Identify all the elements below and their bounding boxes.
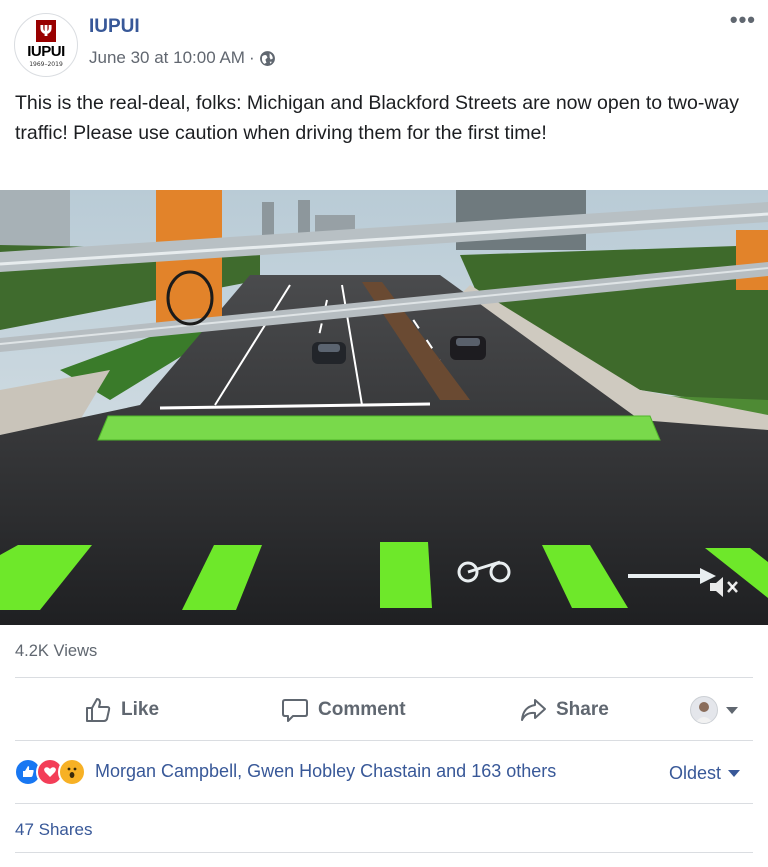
divider — [15, 803, 753, 804]
like-button[interactable]: Like — [84, 688, 159, 732]
video-frame-street-scene — [0, 190, 768, 625]
post-meta: June 30 at 10:00 AM · — [89, 48, 276, 68]
comment-sort-dropdown[interactable]: Oldest — [669, 763, 741, 784]
muted-speaker-icon[interactable] — [708, 573, 740, 601]
share-label: Share — [556, 699, 609, 720]
chevron-down-icon — [728, 770, 741, 777]
post-header: Ψ IUPUI 1969–2019 IUPUI June 30 at 10:00… — [0, 0, 768, 80]
divider — [15, 740, 753, 741]
avatar-years: 1969–2019 — [29, 61, 63, 68]
reactors-link[interactable]: Morgan Campbell, Gwen Hobley Chastain an… — [95, 761, 556, 782]
page-name-link[interactable]: IUPUI — [89, 16, 140, 38]
more-options-icon[interactable]: ••• — [730, 9, 756, 31]
divider — [15, 852, 753, 853]
page-avatar[interactable]: Ψ IUPUI 1969–2019 — [14, 13, 78, 77]
iu-trident-logo-icon: Ψ — [36, 20, 56, 42]
shares-count-link[interactable]: 47 Shares — [15, 820, 93, 840]
thumbs-up-icon — [86, 698, 111, 722]
wow-reaction-icon — [58, 758, 86, 786]
chevron-down-icon — [726, 706, 738, 714]
share-button[interactable]: Share — [519, 688, 609, 732]
avatar-logo-text: IUPUI — [27, 43, 65, 60]
like-label: Like — [121, 699, 160, 720]
post-as-selector[interactable] — [690, 696, 738, 724]
post-timestamp[interactable]: June 30 at 10:00 AM — [89, 48, 245, 68]
globe-icon[interactable] — [259, 50, 276, 67]
comment-label: Comment — [318, 699, 406, 720]
comment-bubble-icon — [282, 699, 308, 722]
share-arrow-icon — [521, 699, 546, 721]
post-actions-bar: Like Comment Share — [0, 688, 768, 732]
post-video[interactable] — [0, 190, 768, 625]
comment-button[interactable]: Comment — [281, 688, 406, 732]
meta-separator: · — [248, 48, 255, 67]
user-avatar — [690, 696, 718, 724]
post-message: This is the real-deal, folks: Michigan a… — [15, 92, 740, 144]
sort-label: Oldest — [669, 763, 722, 783]
reaction-icons[interactable] — [14, 757, 86, 787]
view-count: 4.2K Views — [15, 642, 98, 660]
divider — [15, 677, 753, 678]
